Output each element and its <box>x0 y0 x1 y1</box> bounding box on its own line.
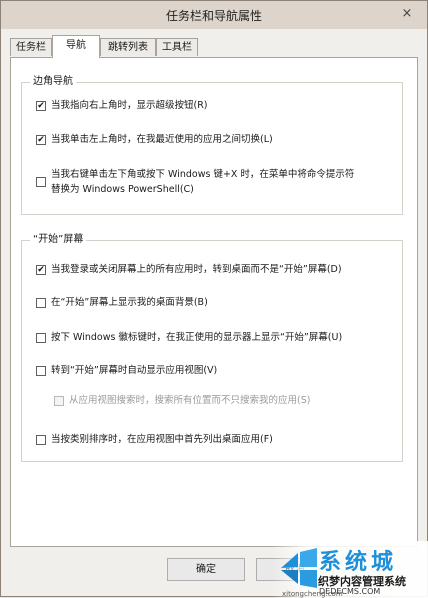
search-everywhere-checkbox <box>54 396 64 406</box>
show-charms-checkbox[interactable]: ✔ <box>36 101 46 111</box>
window-title: 任务栏和导航属性 <box>165 9 262 23</box>
group-title: 边角导航 <box>30 76 76 88</box>
option-label: 在“开始”屏幕上显示我的桌面背景(B) <box>51 297 208 308</box>
option-label-line-2: 替换为 Windows PowerShell(C) <box>51 184 194 195</box>
tab-jump-lists[interactable]: 跳转列表 <box>100 38 156 56</box>
option-go-to-desktop[interactable]: ✔ 当我登录或关闭屏幕上的所有应用时，转到桌面而不是“开始”屏幕(D) <box>36 264 392 279</box>
list-desktop-apps-first-checkbox[interactable] <box>36 435 46 445</box>
start-screen-group: “开始”屏幕 ✔ 当我登录或关闭屏幕上的所有应用时，转到桌面而不是“开始”屏幕(… <box>21 234 403 462</box>
switch-recent-apps-checkbox[interactable]: ✔ <box>36 135 46 145</box>
title-bar: 任务栏和导航属性 × <box>1 1 427 29</box>
option-label: 转到“开始”屏幕时自动显示应用视图(V) <box>51 365 218 376</box>
option-list-desktop-apps-first[interactable]: 当按类别排序时，在应用视图中首先列出桌面应用(F) <box>36 434 392 449</box>
option-desktop-background[interactable]: 在“开始”屏幕上显示我的桌面背景(B) <box>36 297 392 312</box>
group-title: “开始”屏幕 <box>30 234 87 246</box>
ok-button[interactable]: 确定 <box>167 558 245 581</box>
option-show-start-on-display[interactable]: 按下 Windows 徽标键时，在我正使用的显示器上显示“开始”屏幕(U) <box>36 332 392 347</box>
tab-toolbars[interactable]: 工具栏 <box>156 38 198 56</box>
show-start-on-display-checkbox[interactable] <box>36 333 46 343</box>
option-search-everywhere: 从应用视图搜索时，搜索所有位置而不只搜索我的应用(S) <box>54 395 392 410</box>
option-label: 按下 Windows 徽标键时，在我正使用的显示器上显示“开始”屏幕(U) <box>51 332 343 343</box>
properties-dialog: 任务栏和导航属性 × 任务栏 导航 跳转列表 工具栏 边角导航 ✔ 当我指向右上… <box>0 0 428 598</box>
go-to-desktop-checkbox[interactable]: ✔ <box>36 265 46 275</box>
watermark-brand: 系统城 <box>319 550 398 575</box>
option-label: 当我单击左上角时，在我最近使用的应用之间切换(L) <box>51 134 273 145</box>
windows-logo-icon <box>281 548 317 588</box>
option-switch-recent-apps[interactable]: ✔ 当我单击左上角时，在我最近使用的应用之间切换(L) <box>36 134 392 149</box>
option-powershell[interactable]: 当我右键单击左下角或按下 Windows 键+X 时，在菜单中将命令提示符 替换… <box>36 169 392 200</box>
desktop-background-checkbox[interactable] <box>36 298 46 308</box>
option-label: 当我指向右上角时，显示超级按钮(R) <box>51 100 208 111</box>
option-label: 从应用视图搜索时，搜索所有位置而不只搜索我的应用(S) <box>69 395 311 406</box>
option-show-apps-view[interactable]: 转到“开始”屏幕时自动显示应用视图(V) <box>36 365 392 380</box>
show-apps-view-checkbox[interactable] <box>36 366 46 376</box>
tab-navigation[interactable]: 导航 <box>52 35 100 58</box>
option-label: 当我登录或关闭屏幕上的所有应用时，转到桌面而不是“开始”屏幕(D) <box>51 264 342 275</box>
close-button[interactable]: × <box>397 5 417 23</box>
navigation-panel: 边角导航 ✔ 当我指向右上角时，显示超级按钮(R) ✔ 当我单击左上角时，在我最… <box>10 57 418 547</box>
tab-taskbar[interactable]: 任务栏 <box>10 38 52 56</box>
powershell-checkbox[interactable] <box>36 177 46 187</box>
option-label: 当按类别排序时，在应用视图中首先列出桌面应用(F) <box>51 434 273 445</box>
site-watermark: 系统城 织梦内容管理系统 DEDECMS.COM xitongcheng.com <box>272 541 428 598</box>
option-label-line-1: 当我右键单击左下角或按下 Windows 键+X 时，在菜单中将命令提示符 <box>51 169 355 180</box>
option-show-charms[interactable]: ✔ 当我指向右上角时，显示超级按钮(R) <box>36 100 392 115</box>
corner-navigation-group: 边角导航 ✔ 当我指向右上角时，显示超级按钮(R) ✔ 当我单击左上角时，在我最… <box>21 76 403 215</box>
